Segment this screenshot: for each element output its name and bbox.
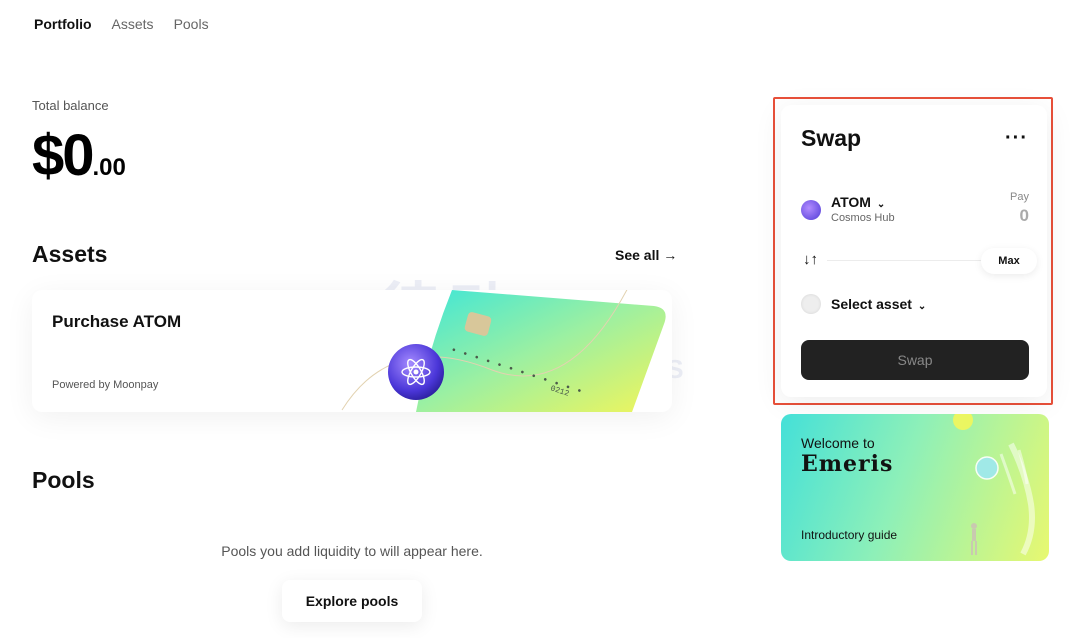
purchase-title: Purchase ATOM — [52, 312, 182, 331]
see-all-link[interactable]: See all → — [615, 247, 677, 263]
empty-asset-icon — [801, 294, 821, 314]
emeris-logo: Emeris — [801, 451, 894, 477]
nav-portfolio[interactable]: Portfolio — [34, 16, 92, 32]
balance-integer: $0 — [32, 123, 94, 188]
swap-direction-icon[interactable]: ↓↑ — [803, 251, 818, 268]
chevron-down-icon: ⌄ — [917, 301, 927, 312]
pay-amount-input[interactable]: 0 — [1020, 206, 1029, 226]
from-asset-selector[interactable]: ATOM ⌄ — [831, 194, 885, 210]
from-asset-chain: Cosmos Hub — [831, 212, 895, 224]
more-options-icon[interactable]: ··· — [1005, 127, 1028, 150]
select-asset-label: Select asset — [831, 296, 912, 312]
purchase-card-illustration: • • • • • • • • • • • • 0212 — [341, 290, 666, 412]
total-balance-label: Total balance — [32, 98, 109, 113]
total-balance-value: $0.00 — [32, 122, 126, 189]
swap-button[interactable]: Swap — [801, 340, 1029, 380]
top-nav: Portfolio Assets Pools — [34, 16, 229, 32]
from-asset-symbol: ATOM — [831, 194, 871, 210]
glass-orb-icon — [975, 456, 999, 480]
pools-empty-message: Pools you add liquidity to will appear h… — [221, 543, 483, 559]
pools-heading: Pools — [32, 467, 95, 493]
assets-heading: Assets — [32, 241, 108, 267]
atom-token-icon — [801, 200, 821, 220]
swap-heading: Swap — [801, 125, 862, 151]
welcome-line: Welcome to — [801, 435, 875, 451]
to-asset-selector[interactable]: Select asset ⌄ — [831, 296, 926, 312]
purchase-atom-card[interactable]: Purchase ATOM Powered by Moonpay • • • •… — [32, 290, 672, 412]
welcome-illustration — [953, 414, 1035, 556]
explore-pools-button[interactable]: Explore pools — [282, 580, 422, 622]
welcome-guide-card[interactable]: Welcome to Emeris Introductory guide — [781, 414, 1049, 561]
figure-icon — [971, 523, 977, 555]
nav-pools[interactable]: Pools — [174, 16, 209, 32]
pay-label: Pay — [1010, 191, 1029, 203]
nav-assets[interactable]: Assets — [112, 16, 154, 32]
swap-card: Swap ··· ATOM ⌄ Cosmos Hub Pay 0 ↓↑ Max … — [781, 105, 1047, 397]
introductory-guide-link[interactable]: Introductory guide — [801, 528, 897, 542]
chevron-down-icon: ⌄ — [876, 199, 886, 210]
balance-decimals: .00 — [92, 154, 126, 181]
max-button[interactable]: Max — [981, 248, 1037, 274]
powered-by-label: Powered by Moonpay — [52, 379, 159, 391]
